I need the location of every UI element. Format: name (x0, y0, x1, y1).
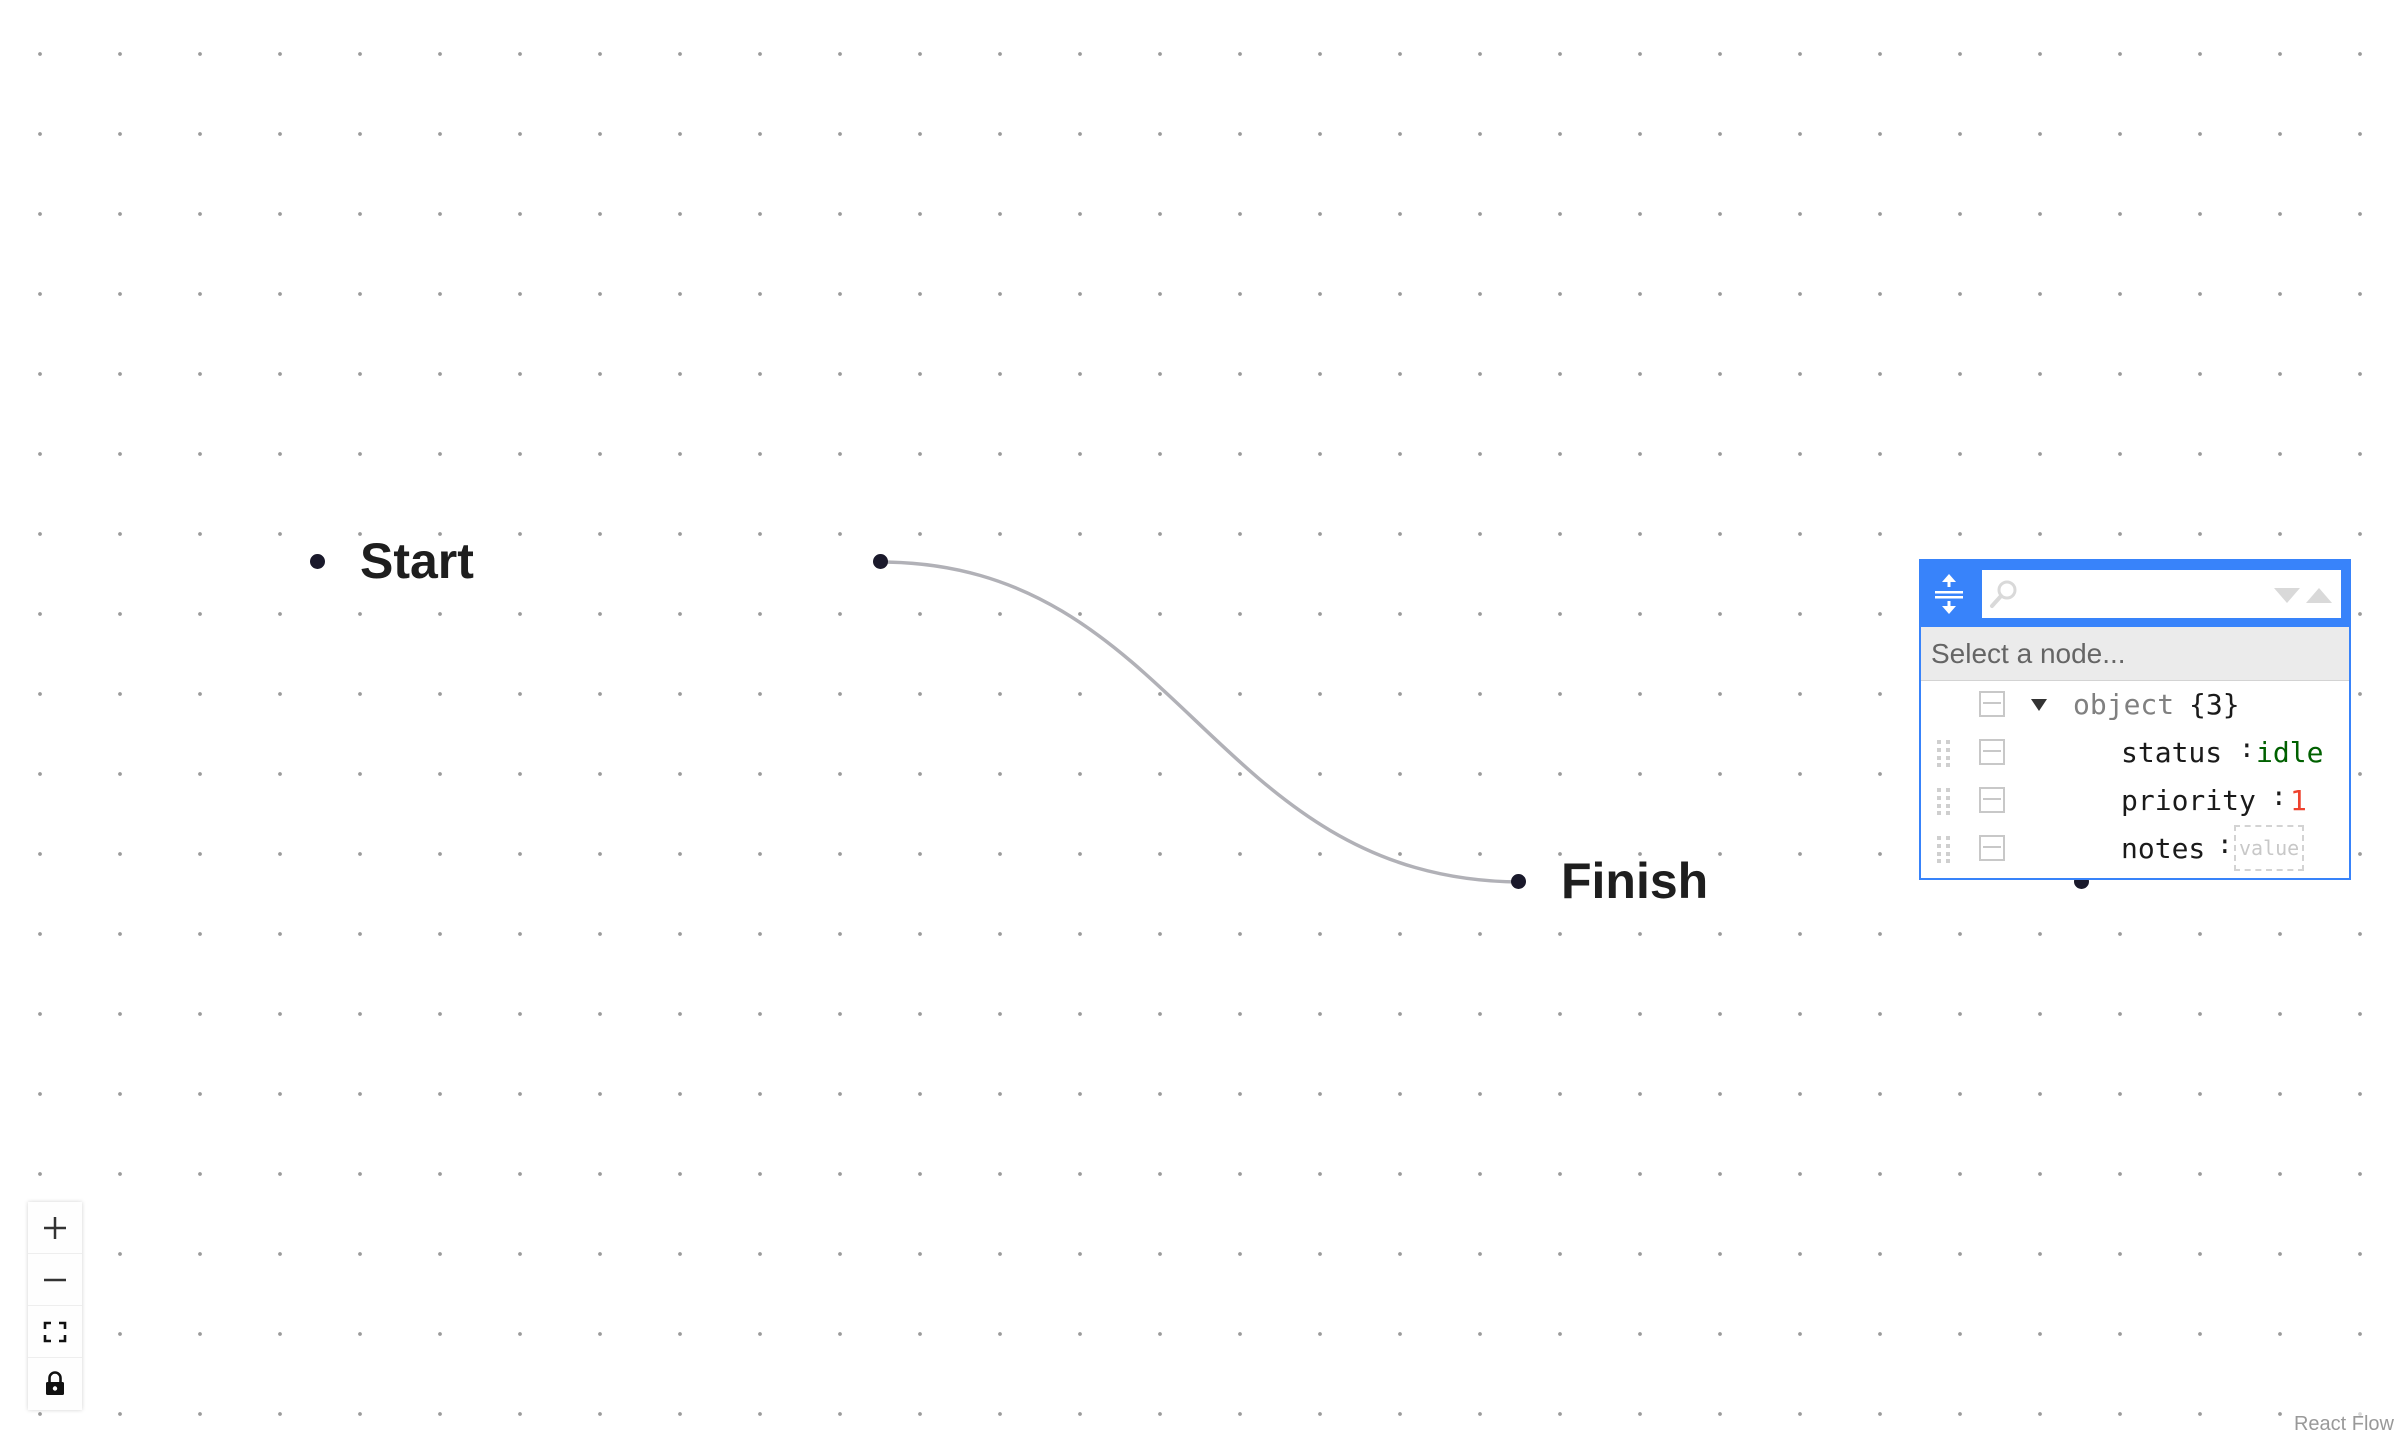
search-icon (1990, 580, 2017, 608)
json-editor-menu (1921, 561, 2349, 627)
root-type: object (2073, 688, 2175, 721)
field-key[interactable]: notes (2121, 831, 2205, 867)
search-box (1982, 570, 2341, 618)
navigation-bar-text: Select a node... (1931, 637, 2126, 669)
node-start-target-handle[interactable] (310, 554, 325, 569)
tree-row[interactable]: notes : value (1921, 825, 2349, 873)
drag-handle-icon[interactable] (1936, 739, 1952, 767)
context-menu-button[interactable] (1979, 739, 2005, 765)
minus-icon (44, 1278, 66, 1281)
navigation-bar: Select a node... (1921, 627, 2349, 681)
flow-controls (28, 1202, 82, 1410)
fit-view-button[interactable] (28, 1306, 82, 1358)
search-next-icon[interactable] (2272, 584, 2302, 606)
context-menu-button[interactable] (1979, 691, 2005, 717)
json-editor-panel: Select a node... object {3} status: idl… (1919, 559, 2351, 880)
field-key[interactable]: priority (2121, 783, 2256, 819)
zoom-out-button[interactable] (28, 1254, 82, 1306)
expand-collapse-button[interactable] (1929, 571, 1969, 617)
search-input[interactable] (2024, 576, 2248, 614)
field-value[interactable]: idle (2256, 735, 2323, 771)
context-menu-button[interactable] (1979, 835, 2005, 861)
search-previous-icon[interactable] (2304, 584, 2334, 606)
tree-row-root[interactable]: object {3} (1921, 681, 2349, 729)
tree-row[interactable]: priority : 1 (1921, 777, 2349, 825)
root-count: {3} (2189, 688, 2240, 721)
fit-view-icon (43, 1321, 67, 1342)
field-value[interactable]: 1 (2290, 783, 2307, 819)
node-finish-label: Finish (1561, 853, 1709, 909)
drag-handle-icon[interactable] (1936, 835, 1952, 863)
context-menu-button[interactable] (1979, 787, 2005, 813)
node-start-label: Start (360, 533, 474, 589)
expand-collapse-icon (1935, 574, 1963, 614)
plus-icon (44, 1216, 66, 1239)
react-flow-attribution[interactable]: React Flow (2287, 1409, 2400, 1440)
node-start-source-handle[interactable] (873, 554, 888, 569)
field-value-empty[interactable]: value (2234, 825, 2305, 871)
lock-icon (46, 1371, 64, 1395)
field-key[interactable]: status (2121, 735, 2222, 771)
node-start[interactable]: Start (310, 528, 890, 596)
field-separator: : (2239, 734, 2255, 764)
tree-row[interactable]: status : idle (1921, 729, 2349, 777)
chevron-down-icon[interactable] (2029, 695, 2049, 715)
field-separator: : (2271, 782, 2287, 812)
zoom-in-button[interactable] (28, 1202, 82, 1254)
node-finish-target-handle[interactable] (1511, 874, 1526, 889)
lock-button[interactable] (28, 1358, 82, 1410)
field-separator: : (2217, 830, 2233, 860)
drag-handle-icon[interactable] (1936, 787, 1952, 815)
